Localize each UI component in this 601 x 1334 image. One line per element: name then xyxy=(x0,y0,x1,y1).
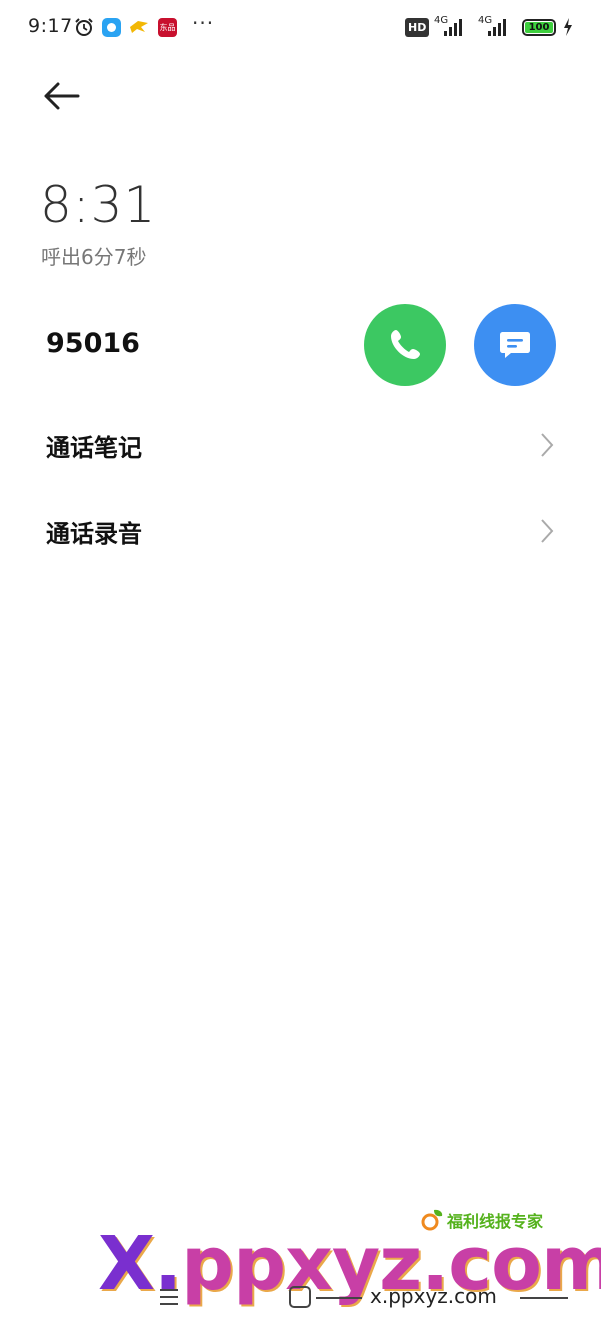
call-button[interactable] xyxy=(364,304,446,386)
phone-number[interactable]: 95016 xyxy=(46,328,140,359)
more-notifications-icon: ··· xyxy=(192,11,215,35)
signal-sim2-icon: 4G xyxy=(478,15,508,37)
call-description: 呼出6分7秒 xyxy=(41,245,147,269)
phone-icon xyxy=(391,330,420,359)
back-button[interactable] xyxy=(40,76,84,116)
status-bar: 9:17 东品 ··· HD 4G 4G 100 xyxy=(0,0,601,56)
alarm-icon xyxy=(75,18,93,36)
app-notification-icon xyxy=(102,18,121,37)
sim2-network-label: 4G xyxy=(478,15,493,26)
battery-level: 100 xyxy=(525,22,553,33)
home-nav-button[interactable] xyxy=(289,1286,311,1308)
chevron-right-icon xyxy=(541,433,554,457)
signal-sim1-icon: 4G xyxy=(434,15,464,37)
charging-icon xyxy=(564,18,572,36)
message-button[interactable] xyxy=(474,304,556,386)
shop-app-icon: 东品 xyxy=(158,18,177,37)
call-notes-item[interactable]: 通话笔记 xyxy=(0,406,601,482)
call-recording-item[interactable]: 通话录音 xyxy=(0,492,601,568)
contact-row: 95016 xyxy=(0,300,601,394)
call-notes-label: 通话笔记 xyxy=(46,434,142,462)
watermark-url: x.ppxyz.com xyxy=(370,1284,497,1308)
sim1-network-label: 4G xyxy=(434,15,449,26)
chevron-right-icon xyxy=(541,519,554,543)
message-icon xyxy=(500,332,530,358)
status-time: 9:17 xyxy=(28,15,73,37)
battery-icon: 100 xyxy=(522,19,556,36)
call-time: 8:31 xyxy=(40,176,157,234)
nav-divider xyxy=(520,1297,568,1299)
menu-nav-icon[interactable] xyxy=(158,1287,180,1307)
delivery-app-icon xyxy=(130,21,148,33)
hd-voice-icon: HD xyxy=(405,18,430,37)
nav-divider xyxy=(316,1297,362,1299)
call-recording-label: 通话录音 xyxy=(46,520,142,548)
